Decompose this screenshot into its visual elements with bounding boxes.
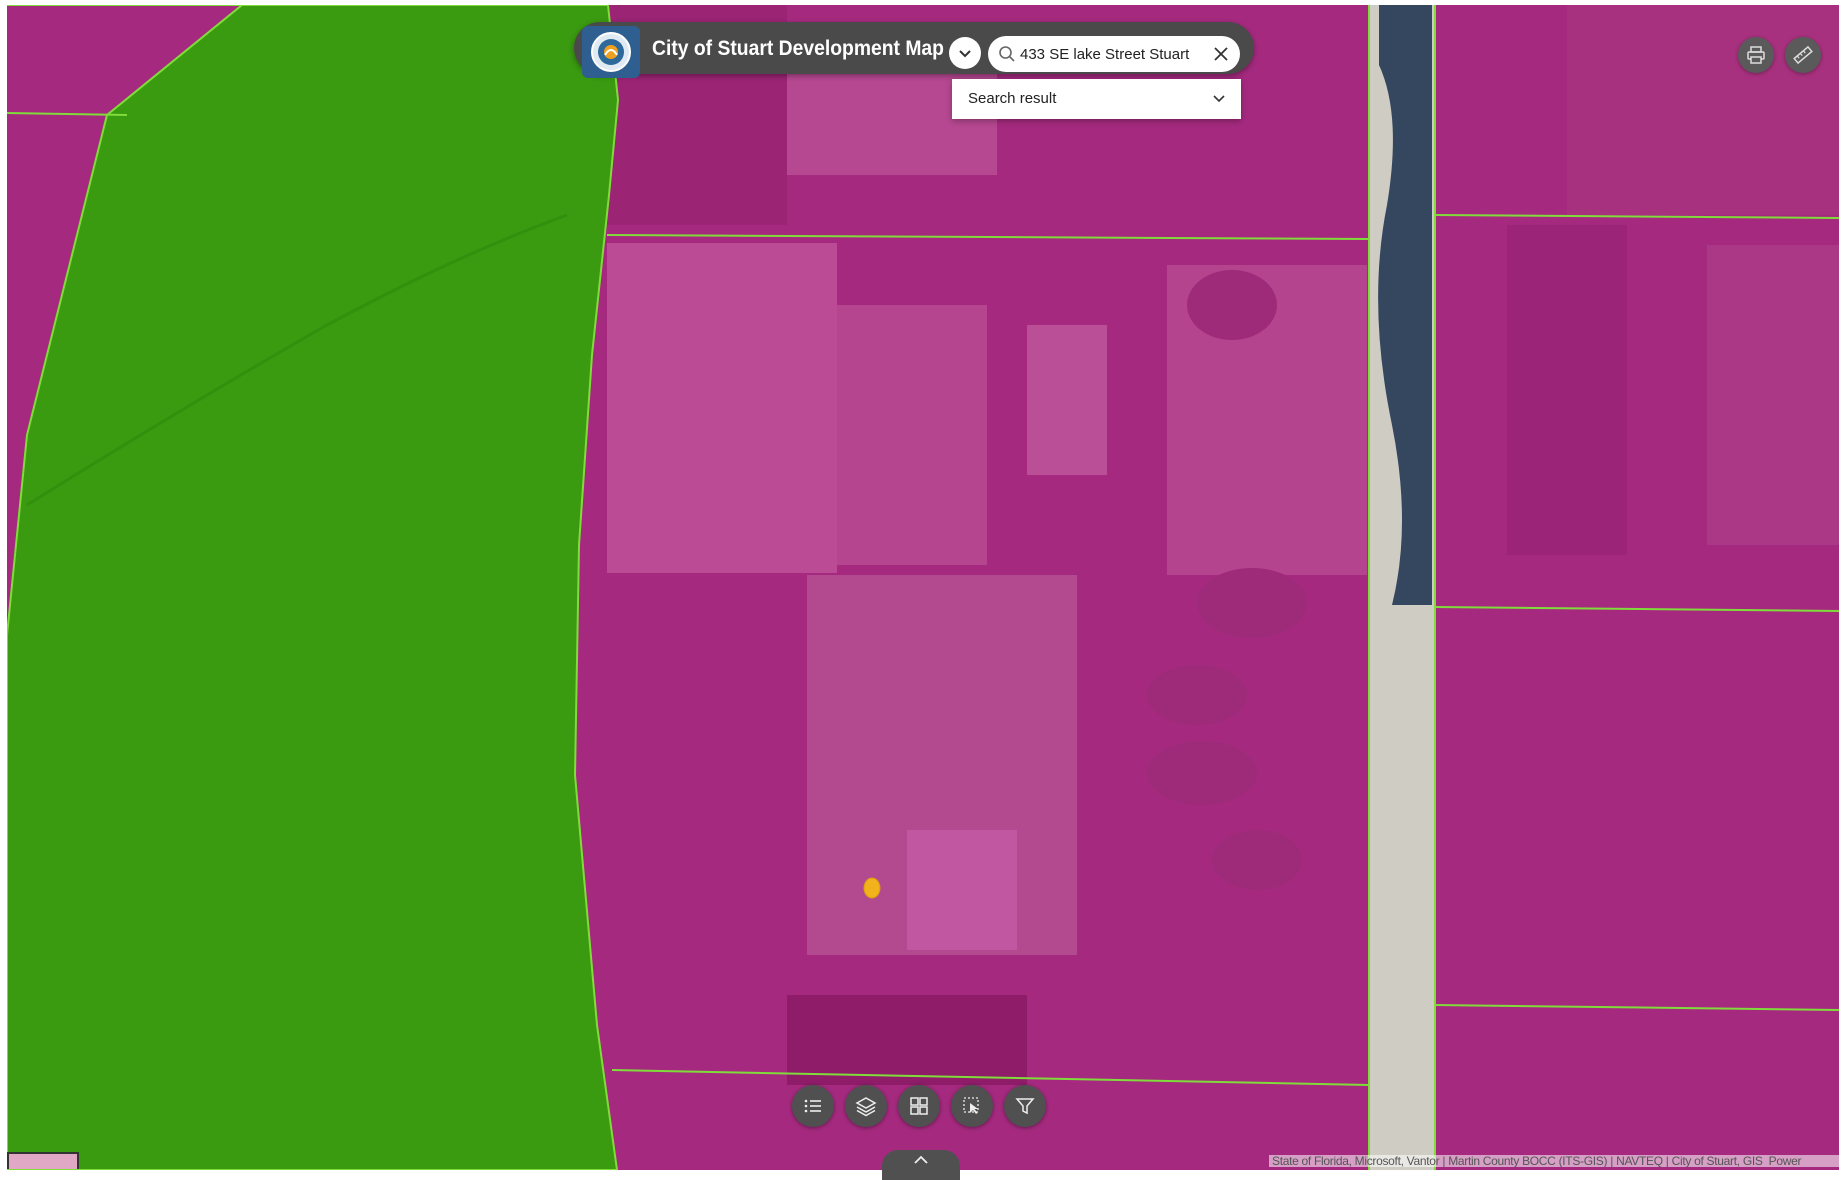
basemap-gallery-button[interactable]: [898, 1085, 940, 1127]
chevron-up-icon: [914, 1155, 928, 1164]
overview-map[interactable]: [7, 1152, 79, 1169]
location-marker: [863, 877, 881, 899]
map-view[interactable]: [7, 5, 1839, 1170]
attribution-text: State of Florida, Microsoft, Vantor | Ma…: [1272, 1155, 1763, 1167]
layers-button[interactable]: [845, 1085, 887, 1127]
filter-button[interactable]: [1004, 1085, 1046, 1127]
search-input[interactable]: [1020, 41, 1200, 67]
close-icon[interactable]: [1212, 45, 1230, 63]
search-result-label: Search result: [968, 90, 1057, 107]
city-seal-icon: [582, 26, 640, 78]
select-icon: [963, 1097, 979, 1114]
conservation-zoning-area: [7, 5, 620, 1170]
measure-button[interactable]: [1785, 37, 1821, 73]
chevron-down-icon: [1213, 95, 1225, 103]
layers-icon: [855, 1097, 877, 1117]
search-source-dropdown-button[interactable]: [949, 37, 981, 69]
expand-panel-button[interactable]: [882, 1150, 960, 1180]
map-attribution: State of Florida, Microsoft, Vantor | Ma…: [1269, 1155, 1843, 1167]
map-canvas[interactable]: [7, 5, 1839, 1170]
ruler-icon: [1793, 45, 1813, 65]
grid-icon: [910, 1097, 928, 1115]
select-button[interactable]: [951, 1085, 993, 1127]
search-result-dropdown[interactable]: Search result: [952, 79, 1241, 119]
search-icon: [999, 46, 1015, 62]
legend-button[interactable]: [792, 1085, 834, 1127]
chevron-down-icon: [959, 50, 971, 58]
page-title: City of Stuart Development Map: [652, 37, 944, 60]
powered-by-text[interactable]: Power: [1766, 1155, 1802, 1167]
filter-icon: [1015, 1098, 1035, 1115]
printer-icon: [1747, 46, 1765, 64]
list-icon: [804, 1099, 821, 1113]
print-button[interactable]: [1738, 37, 1774, 73]
search-box[interactable]: [988, 36, 1240, 72]
